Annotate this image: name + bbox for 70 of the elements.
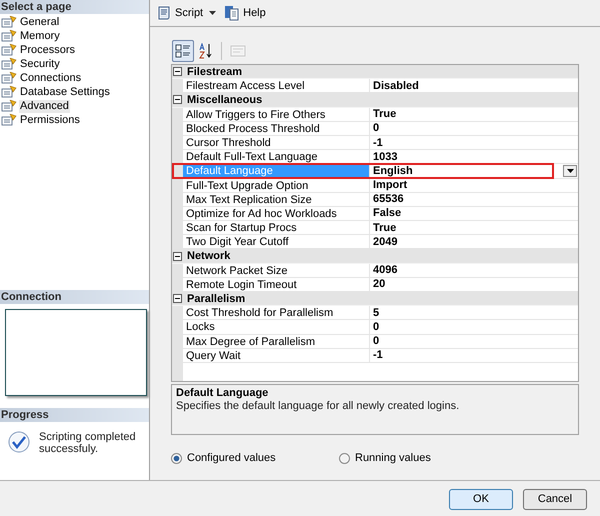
property-value: English bbox=[373, 164, 413, 178]
help-button[interactable]: Help bbox=[224, 3, 266, 23]
page-item[interactable]: Database Settings bbox=[19, 86, 111, 98]
page-item[interactable]: Security bbox=[19, 58, 61, 70]
property-name[interactable]: Blocked Process Threshold bbox=[183, 122, 370, 136]
property-value: 20 bbox=[373, 277, 386, 292]
radio-button[interactable] bbox=[339, 452, 350, 464]
property-name[interactable]: Cost Threshold for Parallelism bbox=[183, 306, 370, 320]
window-icon bbox=[230, 44, 246, 58]
property-name[interactable]: Locks bbox=[183, 320, 370, 335]
category-label: Miscellaneous bbox=[186, 93, 262, 107]
page-item[interactable]: Advanced bbox=[19, 100, 70, 112]
property-value: 5 bbox=[373, 306, 380, 320]
scroll-icon bbox=[156, 5, 172, 21]
property-name[interactable]: Default Full-Text Language bbox=[183, 150, 370, 164]
property-value: 2049 bbox=[373, 234, 398, 249]
page-item[interactable]: Processors bbox=[19, 44, 76, 56]
property-name[interactable]: Max Degree of Parallelism bbox=[183, 334, 370, 349]
sort-icon bbox=[199, 42, 213, 58]
property-value: True bbox=[373, 220, 396, 235]
categorized-button[interactable] bbox=[172, 40, 194, 62]
property-name[interactable]: Allow Triggers to Fire Others bbox=[183, 108, 370, 122]
property-value: -1 bbox=[373, 348, 383, 362]
dropdown-button[interactable] bbox=[563, 164, 577, 177]
property-name[interactable]: Network Packet Size bbox=[183, 264, 370, 278]
page-item[interactable]: Memory bbox=[19, 30, 61, 42]
property-name[interactable]: Full-Text Upgrade Option bbox=[183, 178, 370, 193]
property-value: 4096 bbox=[373, 263, 398, 278]
category-label: Network bbox=[186, 249, 230, 263]
list-icon bbox=[175, 44, 191, 58]
property-name[interactable]: Scan for Startup Procs bbox=[183, 221, 370, 236]
script-button[interactable]: Script bbox=[156, 3, 204, 23]
document-icon bbox=[224, 5, 240, 21]
section-header: Connection bbox=[0, 290, 149, 304]
property-name[interactable]: Max Text Replication Size bbox=[183, 192, 370, 207]
caret-icon bbox=[566, 168, 574, 173]
radio-label: Configured values bbox=[187, 450, 276, 466]
page-item[interactable]: General bbox=[19, 16, 60, 28]
radio-button[interactable] bbox=[171, 452, 182, 464]
page-item[interactable]: Permissions bbox=[19, 114, 81, 126]
cancel-button[interactable]: Cancel bbox=[523, 489, 587, 510]
description-text: Specifies the default language for all newly created logins. bbox=[176, 400, 460, 413]
property-value: False bbox=[373, 206, 402, 220]
check-icon bbox=[8, 431, 30, 453]
collapse-icon[interactable] bbox=[173, 67, 182, 76]
ok-button[interactable]: OK bbox=[449, 489, 513, 510]
collapse-icon[interactable] bbox=[173, 294, 182, 304]
property-value: -1 bbox=[373, 136, 383, 150]
section-header: Progress bbox=[0, 408, 149, 422]
category-label: Parallelism bbox=[186, 292, 246, 306]
progress-message: Scripting completed successfuly. bbox=[39, 431, 137, 455]
radio-label: Running values bbox=[355, 450, 431, 466]
section-header: Select a page bbox=[0, 0, 149, 14]
property-value: True bbox=[373, 107, 396, 122]
property-value: 0 bbox=[373, 334, 380, 348]
property-name[interactable]: Cursor Threshold bbox=[183, 136, 370, 150]
collapse-icon[interactable] bbox=[173, 252, 182, 261]
page-item[interactable]: Connections bbox=[19, 72, 82, 84]
category-label: Filestream bbox=[186, 65, 242, 78]
property-value: Disabled bbox=[373, 78, 419, 93]
collapse-icon[interactable] bbox=[173, 95, 182, 104]
dropdown-caret-icon[interactable] bbox=[209, 11, 216, 15]
property-value: 65536 bbox=[373, 192, 404, 206]
property-value: 0 bbox=[373, 320, 380, 334]
property-value: Import bbox=[373, 178, 408, 192]
property-value: 0 bbox=[373, 121, 380, 136]
property-name[interactable]: Optimize for Ad hoc Workloads bbox=[183, 206, 370, 222]
description-title: Default Language bbox=[176, 387, 268, 400]
property-value: 1033 bbox=[373, 150, 398, 164]
property-name[interactable]: Query Wait bbox=[183, 348, 370, 363]
